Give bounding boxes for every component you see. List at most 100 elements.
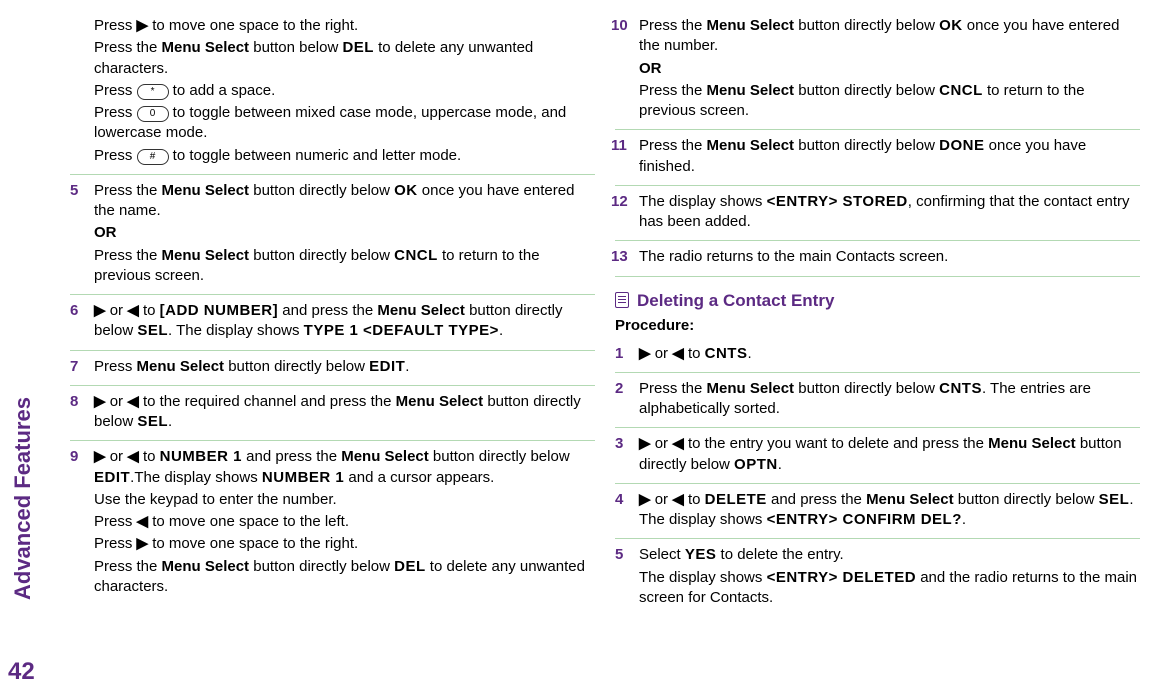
text: Press <box>94 147 137 164</box>
softkey-ok: OK <box>394 182 418 199</box>
text: Menu Select <box>162 558 250 575</box>
text: button directly below <box>794 82 939 99</box>
text: to move one space to the left. <box>148 513 349 530</box>
step-number: 5 <box>70 181 78 201</box>
text: Select <box>639 546 685 563</box>
text: .The display shows <box>130 469 262 486</box>
text: and press the <box>242 448 341 465</box>
step-number: 6 <box>70 301 78 321</box>
step-number: 7 <box>70 357 78 377</box>
text: Menu Select <box>396 393 484 410</box>
text: The radio returns to the main Contacts s… <box>639 247 1140 267</box>
text: and press the <box>767 491 866 508</box>
step-9: 9 ▶ or ◀ to NUMBER 1 and press the Menu … <box>70 441 595 605</box>
softkey-del: DEL <box>394 558 426 575</box>
softkey-done: DONE <box>939 137 984 154</box>
right-arrow-icon: ▶ <box>94 448 106 465</box>
display-text: NUMBER 1 <box>160 448 242 465</box>
text: Press the <box>94 39 162 56</box>
text: Menu Select <box>866 491 954 508</box>
display-text: <ENTRY> DELETED <box>767 569 916 586</box>
text: button below <box>249 39 342 56</box>
text: Press the <box>94 247 162 264</box>
text: Menu Select <box>988 435 1076 452</box>
text: button directly below <box>224 358 369 375</box>
text: Press the <box>94 182 162 199</box>
text: or <box>106 302 128 319</box>
text: Press <box>94 358 137 375</box>
sidebar-label: Advanced Features <box>10 397 36 600</box>
left-arrow-icon: ◀ <box>672 435 684 452</box>
text: and press the <box>278 302 377 319</box>
left-arrow-icon: ◀ <box>127 302 139 319</box>
text: button directly below <box>249 247 394 264</box>
del-step-4: 4 ▶ or ◀ to DELETE and press the Menu Se… <box>615 484 1140 540</box>
or-label: OR <box>639 59 1140 79</box>
text: . <box>405 358 409 375</box>
page: Advanced Features 42 Press ▶ to move one… <box>0 0 1165 698</box>
text: to <box>684 345 705 362</box>
text: or <box>651 435 673 452</box>
text: . <box>499 322 503 339</box>
left-arrow-icon: ◀ <box>137 513 149 530</box>
right-arrow-icon: ▶ <box>94 302 106 319</box>
text: or <box>651 491 673 508</box>
step-number: 13 <box>611 247 628 267</box>
del-step-5: 5 Select YES to delete the entry. The di… <box>615 539 1140 616</box>
del-step-2: 2 Press the Menu Select button directly … <box>615 373 1140 429</box>
step-6: 6 ▶ or ◀ to [ADD NUMBER] and press the M… <box>70 295 595 351</box>
text: button directly below <box>249 558 394 575</box>
text: to <box>139 302 160 319</box>
right-arrow-icon: ▶ <box>137 17 149 34</box>
document-icon <box>615 292 629 308</box>
content-columns: Press ▶ to move one space to the right. … <box>60 10 1150 688</box>
text: or <box>651 345 673 362</box>
text: Press the <box>94 558 162 575</box>
step-12: 12 The display shows <ENTRY> STORED, con… <box>615 186 1140 242</box>
text: to add a space. <box>169 82 276 99</box>
left-arrow-icon: ◀ <box>672 345 684 362</box>
softkey-sel: SEL <box>137 322 168 339</box>
display-text: <ENTRY> CONFIRM DEL? <box>767 511 962 528</box>
display-text: NUMBER 1 <box>262 469 344 486</box>
left-column: Press ▶ to move one space to the right. … <box>60 10 605 688</box>
text: to move one space to the right. <box>148 535 358 552</box>
softkey-edit: EDIT <box>369 358 405 375</box>
right-arrow-icon: ▶ <box>639 435 651 452</box>
text: . The display shows <box>168 322 304 339</box>
keycap-star: * <box>137 84 169 100</box>
procedure-label: Procedure: <box>615 317 1140 334</box>
keycap-hash: # <box>137 149 169 165</box>
text: . <box>962 511 966 528</box>
page-number: 42 <box>8 658 35 686</box>
right-column: 10 Press the Menu Select button directly… <box>605 10 1150 688</box>
or-label: OR <box>94 223 595 243</box>
text: Press <box>94 535 137 552</box>
step-11: 11 Press the Menu Select button directly… <box>615 130 1140 186</box>
left-arrow-icon: ◀ <box>127 393 139 410</box>
text: Menu Select <box>162 247 250 264</box>
text: The display shows <box>639 569 767 586</box>
text: to the required channel and press the <box>139 393 396 410</box>
del-step-3: 3 ▶ or ◀ to the entry you want to delete… <box>615 428 1140 484</box>
text: Press the <box>639 82 707 99</box>
step-number: 12 <box>611 192 628 212</box>
display-text: <ENTRY> STORED <box>767 193 908 210</box>
text: . <box>168 413 172 430</box>
right-arrow-icon: ▶ <box>137 535 149 552</box>
step-number: 2 <box>615 379 623 399</box>
right-arrow-icon: ▶ <box>639 491 651 508</box>
text: button directly below <box>794 17 939 34</box>
text: and a cursor appears. <box>344 469 494 486</box>
text: The display shows <box>639 193 767 210</box>
softkey-cnts: CNTS <box>939 380 982 397</box>
step-number: 8 <box>70 392 78 412</box>
step-number: 11 <box>611 136 627 156</box>
right-arrow-icon: ▶ <box>94 393 106 410</box>
text: Menu Select <box>162 182 250 199</box>
softkey-ok: OK <box>939 17 963 34</box>
softkey-edit: EDIT <box>94 469 130 486</box>
text: to delete the entry. <box>716 546 843 563</box>
text: Use the keypad to enter the number. <box>94 490 595 510</box>
section-title-text: Deleting a Contact Entry <box>637 291 834 310</box>
